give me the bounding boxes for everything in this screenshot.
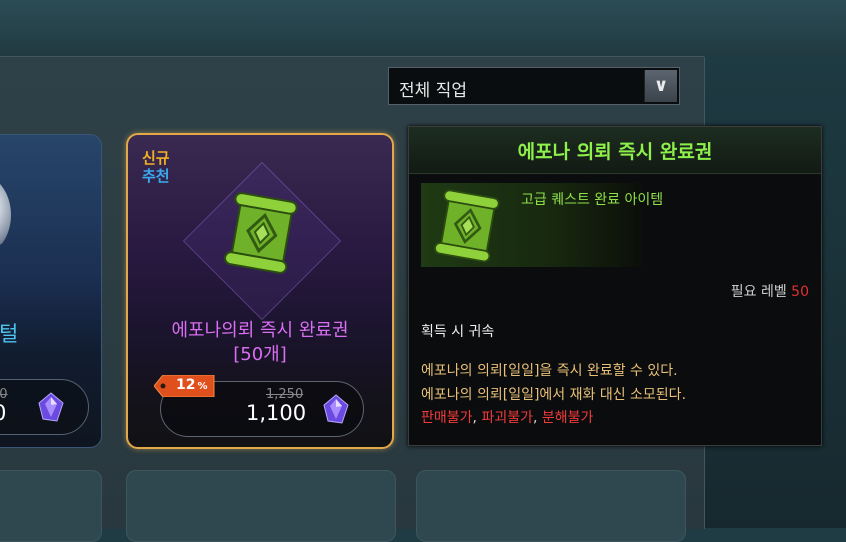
scroll-icon bbox=[434, 189, 500, 263]
shop-item-card-bottom[interactable] bbox=[416, 470, 686, 542]
crystal-currency-icon bbox=[38, 392, 64, 422]
shop-item-card-left[interactable]: 털 00 0 bbox=[0, 134, 102, 448]
chevron-down-icon[interactable]: ∨ bbox=[644, 70, 677, 102]
tooltip-item-name: 에포나 의뢰 즉시 완료권 bbox=[517, 141, 713, 163]
card-item-title-line1: 에포나의뢰 즉시 완료권 bbox=[171, 320, 349, 341]
item-tooltip: 에포나 의뢰 즉시 완료권 고급 퀘스트 완료 아이템 필요 레벨 50 획득 … bbox=[408, 126, 822, 446]
crystal-currency-icon bbox=[323, 394, 349, 424]
card-item-title-line2: [50개] bbox=[233, 344, 287, 365]
description-line: 에포나의 의뢰[일일]을 즉시 완료할 수 있다. bbox=[421, 363, 678, 379]
discount-value: 12 bbox=[176, 377, 196, 393]
job-filter-value: 전체 직업 bbox=[399, 81, 467, 101]
job-filter-dropdown[interactable]: 전체 직업 ∨ bbox=[388, 67, 680, 105]
required-level-value: 50 bbox=[791, 284, 809, 300]
item-orb-icon bbox=[0, 175, 11, 255]
description-line: 에포나의 의뢰[일일]에서 재화 대신 소모된다. bbox=[421, 387, 687, 403]
card-item-title: 에포나의뢰 즉시 완료권 [50개] bbox=[128, 319, 392, 367]
tooltip-required-level: 필요 레벨 50 bbox=[731, 281, 809, 301]
tooltip-description: 에포나의 의뢰[일일]을 즉시 완료할 수 있다. 에포나의 의뢰[일일]에서 … bbox=[421, 359, 686, 407]
tooltip-header: 에포나 의뢰 즉시 완료권 bbox=[409, 127, 821, 174]
restriction-separator: , bbox=[532, 410, 542, 426]
tooltip-bind-info: 획득 시 귀속 bbox=[421, 324, 495, 340]
original-price: 00 bbox=[0, 387, 8, 402]
restriction-dismantle: 분해불가 bbox=[541, 410, 594, 426]
restriction-sell: 판매불가 bbox=[421, 410, 473, 426]
required-level-label: 필요 레벨 bbox=[730, 284, 787, 300]
top-background bbox=[0, 0, 846, 56]
restriction-destroy: 파괴불가 bbox=[481, 410, 533, 426]
badge-recommend: 추천 bbox=[142, 167, 170, 185]
card-item-name: 털 bbox=[0, 322, 19, 346]
scroll-icon bbox=[223, 192, 298, 274]
discount-badge: 12% bbox=[153, 374, 216, 398]
tooltip-restrictions: 판매불가, 파괴불가, 분해불가 bbox=[421, 407, 593, 427]
tooltip-item-category: 고급 퀘스트 완료 아이템 bbox=[521, 192, 664, 208]
sale-price: 1,100 bbox=[246, 401, 307, 425]
shop-item-card-selected[interactable]: 신규 추천 에포나의뢰 즉시 완료권 [50개] 1,250 1,100 12% bbox=[126, 133, 394, 449]
sale-price: 0 bbox=[0, 401, 6, 425]
shop-item-card-bottom[interactable] bbox=[126, 470, 396, 542]
original-price: 1,250 bbox=[266, 387, 304, 402]
shop-item-card-bottom[interactable] bbox=[0, 470, 102, 542]
discount-unit: % bbox=[197, 381, 208, 392]
